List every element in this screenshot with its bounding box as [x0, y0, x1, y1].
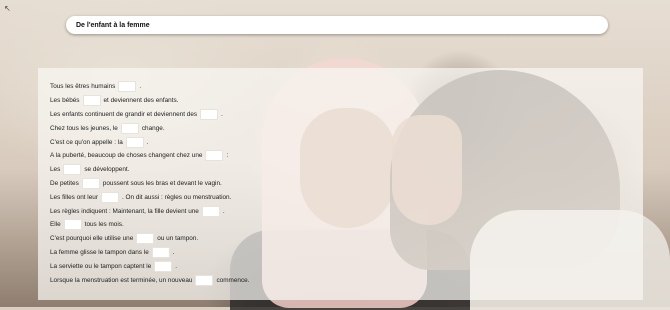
- exercise-line: Les règles indiquent : Maintenant, la fi…: [50, 204, 250, 218]
- blank-input[interactable]: [205, 150, 224, 162]
- blank-input[interactable]: [136, 233, 155, 245]
- line-text-before: La femme glisse le tampon dans le: [50, 248, 149, 256]
- line-text-after: tous les mois.: [84, 221, 124, 229]
- line-text-before: A la puberté, beaucoup de choses changen…: [50, 152, 203, 160]
- exercise-line: C'est ce qu'on appelle : la .: [50, 135, 250, 149]
- line-text-before: La serviette ou le tampon captent le: [50, 262, 152, 270]
- line-text-before: Les enfants continuent de grandir et dev…: [50, 110, 198, 118]
- line-text-before: C'est pourquoi elle utilise une: [50, 235, 134, 243]
- line-text-after: change.: [141, 124, 165, 132]
- line-text-after: .: [175, 262, 178, 270]
- line-text-after: .: [172, 248, 175, 256]
- blank-input[interactable]: [154, 260, 173, 272]
- blank-input[interactable]: [125, 136, 144, 148]
- blank-input[interactable]: [200, 108, 219, 120]
- line-text-before: Les filles ont leur: [50, 193, 98, 201]
- line-text-after: . On dit aussi : règles ou menstruation.: [121, 193, 232, 201]
- page-title: De l'enfant à la femme: [76, 21, 150, 29]
- blank-input[interactable]: [118, 81, 137, 93]
- blank-input[interactable]: [151, 246, 170, 258]
- line-text-after: :: [226, 152, 229, 160]
- line-text-before: Tous les êtres humains: [50, 83, 116, 91]
- blank-input[interactable]: [81, 177, 100, 189]
- blank-input[interactable]: [100, 191, 119, 203]
- exercise-line: Les bébés et deviennent des enfants.: [50, 94, 250, 108]
- line-text-after: .: [146, 138, 149, 146]
- line-text-before: Les bébés: [50, 97, 80, 105]
- exercise-line: C'est pourquoi elle utilise une ou un ta…: [50, 232, 250, 246]
- blank-input[interactable]: [82, 95, 101, 107]
- blank-input[interactable]: [63, 219, 82, 231]
- line-text-after: .: [139, 83, 142, 91]
- exercise-line: La serviette ou le tampon captent le .: [50, 259, 250, 273]
- line-text-after: ou un tampon.: [157, 235, 199, 243]
- line-text-after: poussent sous les bras et devant le vagi…: [102, 179, 222, 187]
- exercise-line: Les se développent.: [50, 163, 250, 177]
- line-text-before: Chez tous les jeunes, le: [50, 124, 118, 132]
- line-text-after: commence.: [216, 276, 250, 284]
- blank-input[interactable]: [201, 205, 220, 217]
- line-text-before: C'est ce qu'on appelle : la: [50, 138, 123, 146]
- exercise-line: A la puberté, beaucoup de choses changen…: [50, 149, 250, 163]
- line-text-before: Elle: [50, 221, 61, 229]
- exercise-line: Les enfants continuent de grandir et dev…: [50, 108, 250, 122]
- exercise-line: La femme glisse le tampon dans le .: [50, 246, 250, 260]
- exercise-line: Lorsque la menstruation est terminée, un…: [50, 273, 250, 287]
- exercise-line: De petites poussent sous les bras et dev…: [50, 177, 250, 191]
- line-text-before: Les: [50, 166, 61, 174]
- line-text-before: Les règles indiquent : Maintenant, la fi…: [50, 207, 199, 215]
- blank-input[interactable]: [195, 274, 214, 286]
- blank-input[interactable]: [63, 164, 82, 176]
- blank-input[interactable]: [120, 122, 139, 134]
- title-bar: De l'enfant à la femme: [66, 16, 608, 34]
- exercise-line: Les filles ont leur . On dit aussi : règ…: [50, 190, 250, 204]
- line-text-after: .: [221, 110, 223, 118]
- line-text-before: De petites: [50, 179, 79, 187]
- line-text-before: Lorsque la menstruation est terminée, un…: [50, 276, 193, 284]
- exercise-line: Tous les êtres humains .: [50, 80, 250, 94]
- exercise-lines: Tous les êtres humains . Les bébés et de…: [50, 80, 250, 287]
- line-text-after: .: [222, 207, 225, 215]
- exercise-line: Elle tous les mois.: [50, 218, 250, 232]
- line-text-after: et deviennent des enfants.: [103, 97, 179, 105]
- exercise-line: Chez tous les jeunes, le change.: [50, 121, 250, 135]
- line-text-after: se développent.: [84, 166, 130, 174]
- corner-arrow-icon: ↖: [4, 4, 11, 13]
